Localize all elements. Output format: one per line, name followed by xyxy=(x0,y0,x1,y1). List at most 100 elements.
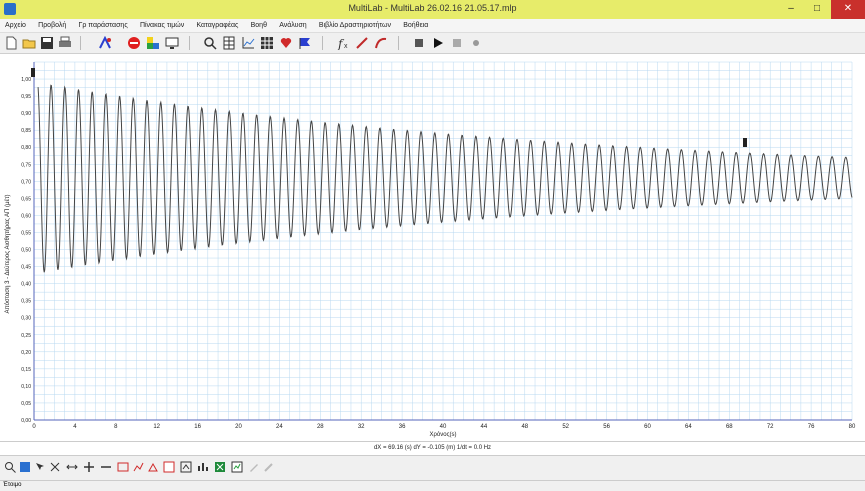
scale-y-icon[interactable] xyxy=(132,461,144,473)
menu-graph[interactable]: Γρ παράστασης xyxy=(73,19,132,32)
maximize-button[interactable]: □ xyxy=(804,0,830,19)
menu-logger[interactable]: Καταγραφέας xyxy=(191,19,243,32)
table-icon[interactable] xyxy=(222,36,236,50)
y-tick-label: 0,65 xyxy=(21,196,31,202)
fit-icon[interactable] xyxy=(117,461,129,473)
y-tick-label: 0,25 xyxy=(21,333,31,339)
export-icon[interactable] xyxy=(180,461,192,473)
x-tick-label: 40 xyxy=(440,424,447,430)
y-tick-label: 0,85 xyxy=(21,128,31,134)
marker-icon[interactable] xyxy=(147,461,159,473)
chart-area[interactable]: 0 4 8 12 16 20 24 28 32 36 40 44 48 52 56 60 64 68 72 76 80 0… xyxy=(0,54,865,441)
toolbar-separator xyxy=(322,36,323,50)
menu-table[interactable]: Πίνακας τιμών xyxy=(135,19,189,32)
oscillation-chart[interactable]: 0 4 8 12 16 20 24 28 32 36 40 44 48 52 56 60 64 68 72 76 800… xyxy=(0,54,865,441)
x-axis-label: Χρόνος(s) xyxy=(430,431,457,438)
x-tick-label: 68 xyxy=(726,424,733,430)
status-bar: Έτοιμο xyxy=(0,480,865,491)
y-tick-label: 0,20 xyxy=(21,350,31,356)
y-tick-label: 0,75 xyxy=(21,162,31,168)
zoom-icon[interactable] xyxy=(4,461,16,473)
colors-icon[interactable] xyxy=(146,36,160,50)
x-tick-label: 32 xyxy=(358,424,365,430)
menu-help[interactable]: Βοήθεια xyxy=(398,19,433,32)
y-tick-label: 0,15 xyxy=(21,367,31,373)
toolbar-separator xyxy=(398,36,399,50)
y-tick-label: 0,95 xyxy=(21,94,31,100)
flag-icon[interactable] xyxy=(298,36,312,50)
menu-tools[interactable]: Βοηθ xyxy=(246,19,272,32)
print-icon[interactable] xyxy=(58,36,72,50)
graph-icon[interactable] xyxy=(241,36,255,50)
cross-icon[interactable] xyxy=(49,461,61,473)
x-tick-label: 16 xyxy=(194,424,201,430)
menu-file[interactable]: Αρχείο xyxy=(0,19,31,32)
play-icon[interactable] xyxy=(431,36,445,50)
chart-icon[interactable] xyxy=(197,461,209,473)
readout-text: dX = 69.16 (s) dY = -0.105 (m) 1/dt = 0.… xyxy=(373,445,492,451)
cursor-marker-2[interactable] xyxy=(743,138,747,147)
x-tick-label: 64 xyxy=(685,424,692,430)
search-icon[interactable] xyxy=(203,36,217,50)
x-tick-label: 56 xyxy=(603,424,610,430)
record-icon[interactable] xyxy=(469,36,483,50)
line-icon[interactable] xyxy=(355,36,369,50)
title-bar: MultiLab - MultiLab 26.02.16 21.05.17.ml… xyxy=(0,0,865,19)
close-button[interactable]: ✕ xyxy=(831,0,865,19)
pause-icon[interactable] xyxy=(450,36,464,50)
x-tick-label: 48 xyxy=(521,424,528,430)
text-icon[interactable] xyxy=(163,461,175,473)
x-tick-label: 60 xyxy=(644,424,651,430)
y-tick-label: 0,35 xyxy=(21,299,31,305)
cursor-marker-1[interactable] xyxy=(31,68,35,77)
y-tick-label: 0,40 xyxy=(21,282,31,288)
y-tick-label: 0,00 xyxy=(21,418,31,424)
x-tick-label: 36 xyxy=(399,424,406,430)
y-tick-label: 0,10 xyxy=(21,384,31,390)
cursor-icon[interactable] xyxy=(34,461,46,473)
excel-icon[interactable] xyxy=(214,461,226,473)
x-tick-label: 28 xyxy=(317,424,324,430)
svg-text:x: x xyxy=(344,43,348,50)
y-tick-label: 0,60 xyxy=(21,213,31,219)
cursor-readout: dX = 69.16 (s) dY = -0.105 (m) 1/dt = 0.… xyxy=(0,441,865,455)
plus-icon[interactable] xyxy=(83,461,95,473)
menu-bar: Αρχείο Προβολή Γρ παράστασης Πίνακας τιμ… xyxy=(0,19,865,33)
scale-x-icon[interactable] xyxy=(66,461,78,473)
grid-icon[interactable] xyxy=(260,36,274,50)
menu-view[interactable]: Προβολή xyxy=(33,19,71,32)
x-tick-label: 80 xyxy=(849,424,856,430)
save-icon[interactable] xyxy=(40,36,54,50)
x-tick-label: 12 xyxy=(153,424,160,430)
minus-icon[interactable] xyxy=(100,461,112,473)
main-toolbar: fx xyxy=(0,33,865,54)
toolbar-separator xyxy=(189,36,190,50)
x-tick-label: 44 xyxy=(481,424,488,430)
curve-icon[interactable] xyxy=(374,36,388,50)
x-tick-label: 8 xyxy=(114,424,118,430)
heart-icon[interactable] xyxy=(279,36,293,50)
x-tick-label: 76 xyxy=(808,424,815,430)
open-folder-icon[interactable] xyxy=(22,36,36,50)
stop-icon[interactable] xyxy=(412,36,426,50)
y-tick-label: 0,55 xyxy=(21,230,31,236)
function-icon[interactable]: fx xyxy=(336,36,350,50)
minimize-button[interactable]: – xyxy=(778,0,804,19)
y-tick-label: 0,50 xyxy=(21,248,31,254)
x-tick-label: 52 xyxy=(562,424,569,430)
pan-icon[interactable] xyxy=(19,461,31,473)
x-tick-label: 0 xyxy=(32,424,36,430)
menu-analysis[interactable]: Ανάλυση xyxy=(274,19,311,32)
chart-icon[interactable] xyxy=(231,461,243,473)
pencil-icon[interactable] xyxy=(248,461,260,473)
new-file-icon[interactable] xyxy=(4,36,18,50)
menu-activities[interactable]: Βιβλίο Δραστηριοτήτων xyxy=(314,19,396,32)
sensor-icon[interactable] xyxy=(98,36,112,50)
y-tick-label: 0,90 xyxy=(21,111,31,117)
y-tick-label: 0,70 xyxy=(21,179,31,185)
stop-record-icon[interactable] xyxy=(127,36,141,50)
monitor-icon[interactable] xyxy=(165,36,179,50)
y-axis-label: Απόσταση 3 - Δεύτερος Αισθητήρας ΑΠ (μέτ… xyxy=(4,195,11,314)
x-tick-label: 72 xyxy=(767,424,774,430)
edit-icon[interactable] xyxy=(263,461,275,473)
